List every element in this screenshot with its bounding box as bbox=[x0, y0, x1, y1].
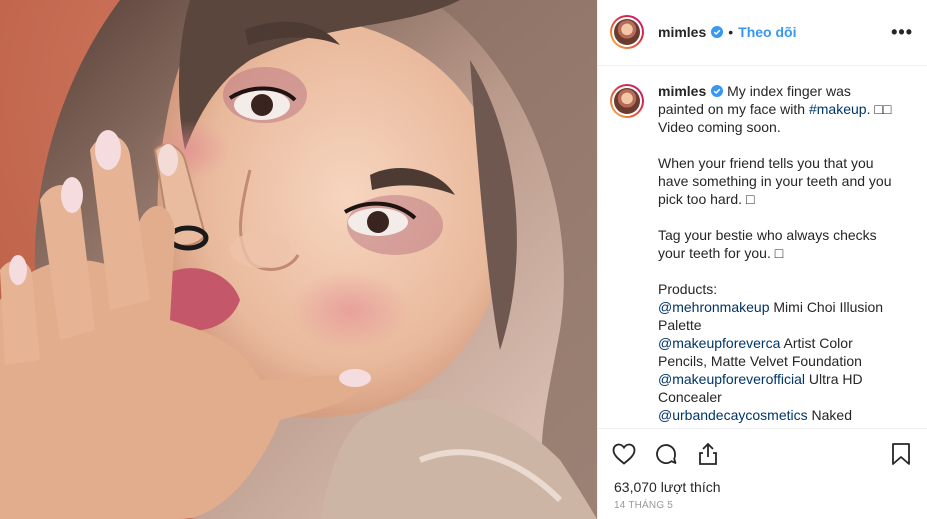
mention-link[interactable]: @makeupforeverofficial bbox=[658, 371, 805, 387]
header-separator: • bbox=[728, 24, 734, 41]
products-heading: Products: bbox=[658, 280, 718, 297]
caption-paragraph-3: Tag your bestie who always checks your t… bbox=[658, 226, 877, 261]
caption-section: mimles My index finger was painted on my… bbox=[598, 66, 927, 429]
action-bar bbox=[598, 428, 927, 478]
header-username[interactable]: mimles bbox=[658, 24, 706, 40]
share-icon[interactable] bbox=[694, 440, 722, 468]
hashtag-link[interactable]: #makeup bbox=[809, 101, 867, 117]
more-options-icon[interactable]: ••• bbox=[891, 22, 913, 43]
post-header: mimles • Theo dõi ••• bbox=[598, 0, 927, 66]
verified-badge-icon bbox=[711, 26, 724, 39]
comment-icon[interactable] bbox=[652, 440, 680, 468]
follow-button[interactable]: Theo dõi bbox=[738, 24, 796, 40]
caption-avatar[interactable] bbox=[610, 83, 644, 118]
header-avatar[interactable] bbox=[610, 15, 644, 50]
avatar-image bbox=[614, 87, 640, 114]
bookmark-icon[interactable] bbox=[887, 440, 915, 468]
caption-products: Products: @mehronmakeup Mimi Choi Illusi… bbox=[658, 280, 896, 429]
caption-text: mimles My index finger was painted on my… bbox=[658, 82, 896, 429]
avatar-image bbox=[614, 19, 640, 46]
likes-count[interactable]: 63,070 lượt thích bbox=[598, 479, 927, 500]
mention-link[interactable]: @makeupforeverca bbox=[658, 335, 780, 351]
post-dialog: mimles • Theo dõi ••• mimles My index fi… bbox=[0, 0, 927, 519]
heart-icon[interactable] bbox=[610, 440, 638, 468]
caption-paragraph-2: When your friend tells you that you have… bbox=[658, 154, 892, 207]
photo-illustration bbox=[0, 0, 597, 519]
mention-link[interactable]: @mehronmakeup bbox=[658, 299, 770, 315]
verified-badge-icon bbox=[711, 84, 724, 97]
caption-paragraph-1: mimles My index finger was painted on my… bbox=[658, 82, 896, 136]
post-photo[interactable] bbox=[0, 0, 597, 519]
post-sidebar: mimles • Theo dõi ••• mimles My index fi… bbox=[597, 0, 927, 519]
post-date: 14 THÁNG 5 bbox=[614, 499, 674, 511]
mention-link[interactable]: @urbandecaycosmetics bbox=[658, 407, 808, 423]
caption-username[interactable]: mimles bbox=[658, 83, 706, 99]
